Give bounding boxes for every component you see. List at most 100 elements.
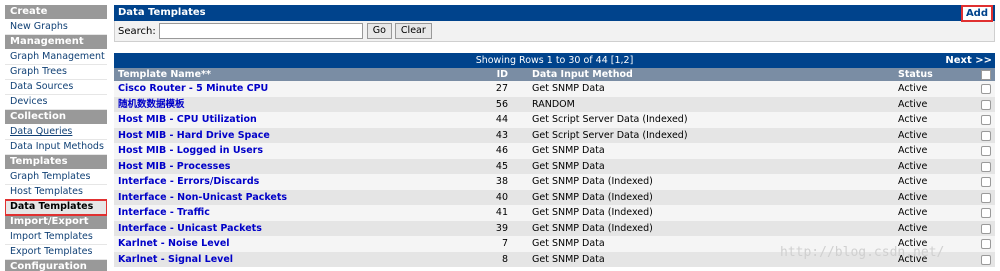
table-row: Interface - Traffic 41 Get SNMP Data (Inde… <box>114 205 995 221</box>
template-name-link[interactable]: Interface - Unicast Packets <box>118 221 262 237</box>
sidebar-item-graph-management[interactable]: Graph Management <box>5 50 107 65</box>
template-name-link[interactable]: Interface - Errors/Discards <box>118 174 259 190</box>
template-id: 7 <box>501 238 508 249</box>
main-panel: Data Templates Add Search: Go Clear Show… <box>114 5 995 267</box>
go-button[interactable]: Go <box>366 23 392 39</box>
template-name-link[interactable]: Interface - Non-Unicast Packets <box>118 190 287 206</box>
template-status: Active <box>898 176 928 187</box>
sidebar-section-configuration: Configuration <box>5 260 107 271</box>
template-name-link[interactable]: Interface - Traffic <box>118 205 210 221</box>
column-template-name[interactable]: Template Name** <box>118 68 211 81</box>
sidebar-item-devices[interactable]: Devices <box>5 95 107 110</box>
data-input-method: Get SNMP Data <box>532 253 605 265</box>
table-row: Host MIB - Hard Drive Space 43 Get Script … <box>114 127 995 144</box>
template-name-link[interactable]: 随机数数据模板 <box>118 97 185 113</box>
sidebar: Create New Graphs Management Graph Manageme… <box>5 5 107 271</box>
template-id: 41 <box>495 207 508 218</box>
data-input-method: Get SNMP Data <box>532 83 605 94</box>
template-id: 44 <box>495 114 508 125</box>
pagination-text: Showing Rows 1 to 30 of 44 [1,2] <box>475 55 634 66</box>
template-name-link[interactable]: Karlnet - Signal Level <box>118 252 233 268</box>
sidebar-section-templates: Templates <box>5 155 107 170</box>
data-input-method: Get SNMP Data <box>532 160 605 172</box>
template-status: Active <box>898 160 928 172</box>
data-input-method: Get SNMP Data <box>532 145 605 156</box>
sidebar-item-import-templates[interactable]: Import Templates <box>5 230 107 245</box>
template-status: Active <box>898 145 928 156</box>
table-row: Host MIB - Processes 45 Get SNMP Data Activ… <box>114 158 995 175</box>
sidebar-item-new-graphs[interactable]: New Graphs <box>5 20 107 35</box>
row-checkbox[interactable] <box>981 115 991 125</box>
sidebar-item-data-queries[interactable]: Data Queries <box>5 125 107 140</box>
template-id: 8 <box>501 253 508 265</box>
sidebar-item-graph-trees[interactable]: Graph Trees <box>5 65 107 80</box>
column-data-input-method[interactable]: Data Input Method <box>532 68 633 81</box>
table-row: Cisco Router - 5 Minute CPU 27 Get SNMP Da… <box>114 81 995 97</box>
data-input-method: Get SNMP Data (Indexed) <box>532 191 653 203</box>
table-row: Host MIB - CPU Utilization 44 Get Script S… <box>114 112 995 128</box>
select-all-checkbox[interactable] <box>981 70 991 80</box>
template-id: 27 <box>495 83 508 94</box>
data-input-method: Get Script Server Data (Indexed) <box>532 114 688 125</box>
data-input-method: Get SNMP Data <box>532 238 605 249</box>
table-header: Template Name** ID Data Input Method Sta… <box>114 68 995 81</box>
template-id: 56 <box>495 98 508 110</box>
sidebar-section-management: Management <box>5 35 107 50</box>
template-name-link[interactable]: Cisco Router - 5 Minute CPU <box>118 81 268 97</box>
sidebar-item-data-input-methods[interactable]: Data Input Methods <box>5 140 107 155</box>
next-page-link[interactable]: Next >> <box>945 53 992 68</box>
template-name-link[interactable]: Karlnet - Noise Level <box>118 236 230 252</box>
template-id: 40 <box>495 191 508 203</box>
template-id: 43 <box>495 129 508 141</box>
row-checkbox[interactable] <box>981 146 991 156</box>
sidebar-item-export-templates[interactable]: Export Templates <box>5 245 107 260</box>
page-title: Data Templates <box>118 7 206 18</box>
row-checkbox[interactable] <box>981 99 991 110</box>
sidebar-item-data-templates[interactable]: Data Templates <box>5 199 107 216</box>
column-id[interactable]: ID <box>482 68 508 81</box>
template-status: Active <box>898 207 928 218</box>
table-row: Interface - Errors/Discards 38 Get SNMP Da… <box>114 174 995 190</box>
template-status: Active <box>898 222 928 234</box>
data-input-method: Get SNMP Data (Indexed) <box>532 176 653 187</box>
template-id: 38 <box>495 176 508 187</box>
sidebar-item-graph-templates[interactable]: Graph Templates <box>5 170 107 185</box>
clear-button[interactable]: Clear <box>394 23 432 39</box>
column-status[interactable]: Status <box>898 68 933 81</box>
table-row: Host MIB - Logged in Users 46 Get SNMP Dat… <box>114 143 995 159</box>
row-checkbox[interactable] <box>981 84 991 94</box>
data-input-method: Get SNMP Data (Indexed) <box>532 222 653 234</box>
row-checkbox[interactable] <box>981 208 991 218</box>
template-id: 45 <box>495 160 508 172</box>
add-button[interactable]: Add <box>960 5 993 22</box>
template-name-link[interactable]: Host MIB - Hard Drive Space <box>118 128 270 144</box>
data-input-method: Get SNMP Data (Indexed) <box>532 207 653 218</box>
template-name-link[interactable]: Host MIB - Processes <box>118 159 230 175</box>
title-bar: Data Templates Add <box>114 5 995 22</box>
row-checkbox[interactable] <box>981 177 991 187</box>
row-checkbox[interactable] <box>981 254 991 265</box>
search-bar: Search: Go Clear <box>114 21 995 42</box>
template-id: 46 <box>495 145 508 156</box>
template-status: Active <box>898 114 928 125</box>
template-status: Active <box>898 98 928 110</box>
template-name-link[interactable]: Host MIB - CPU Utilization <box>118 112 257 128</box>
template-id: 39 <box>495 222 508 234</box>
row-checkbox[interactable] <box>981 239 991 249</box>
row-checkbox[interactable] <box>981 130 991 141</box>
sidebar-section-create: Create <box>5 5 107 20</box>
template-name-link[interactable]: Host MIB - Logged in Users <box>118 143 263 159</box>
sidebar-section-import-export: Import/Export <box>5 215 107 230</box>
row-checkbox[interactable] <box>981 161 991 172</box>
watermark: http://blog.csdn.net/ <box>780 245 945 260</box>
sidebar-item-data-sources[interactable]: Data Sources <box>5 80 107 95</box>
table-row: Interface - Unicast Packets 39 Get SNMP Da… <box>114 220 995 237</box>
row-checkbox[interactable] <box>981 223 991 234</box>
table-body: Cisco Router - 5 Minute CPU 27 Get SNMP Da… <box>114 81 995 267</box>
sidebar-item-host-templates[interactable]: Host Templates <box>5 185 107 200</box>
data-input-method: Get Script Server Data (Indexed) <box>532 129 688 141</box>
template-status: Active <box>898 83 928 94</box>
search-input[interactable] <box>158 23 363 39</box>
row-checkbox[interactable] <box>981 192 991 203</box>
sidebar-section-collection-methods: Collection Methods <box>5 110 107 136</box>
